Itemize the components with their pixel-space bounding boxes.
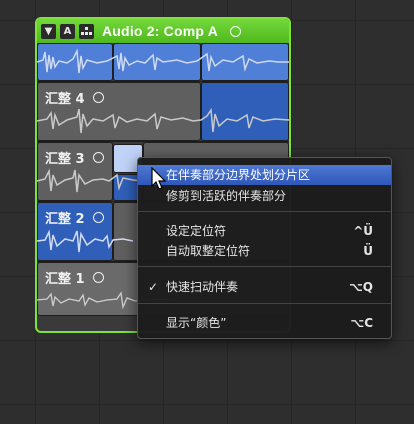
menu-separator	[138, 266, 391, 267]
context-menu[interactable]: 在伴奏部分边界处划分片区 修剪到活跃的伴奏部分 设定定位符 ^Ü 自动取整定位符…	[137, 157, 392, 339]
shortcut-auto-round-locators: Ü	[363, 244, 373, 258]
take-1-circle-icon[interactable]	[92, 272, 104, 283]
menu-item-trim-to-active-take[interactable]: 修剪到活跃的伴奏部分	[138, 186, 391, 206]
menu-item-set-locators[interactable]: 设定定位符 ^Ü	[138, 221, 391, 241]
take-2-circle-icon[interactable]	[92, 212, 104, 223]
menu-item-auto-round-locators[interactable]: 自动取整定位符 Ü	[138, 241, 391, 261]
checkmark-icon: ✓	[148, 280, 159, 294]
menu-item-split-at-take-boundaries[interactable]: 在伴奏部分边界处划分片区	[138, 165, 391, 185]
alias-a-button[interactable]: A	[60, 23, 75, 39]
shortcut-show-colors: ⌥C	[350, 316, 373, 330]
shortcut-set-locators: ^Ü	[353, 224, 373, 238]
take-4-circle-icon[interactable]	[92, 92, 104, 103]
comp-region-row[interactable]	[37, 43, 289, 81]
disclosure-triangle-button[interactable]: ▼	[41, 23, 56, 39]
menu-item-show-colors[interactable]: 显示“颜色” ⌥C	[138, 313, 391, 333]
take-3-circle-icon[interactable]	[92, 152, 104, 163]
mouse-pointer-icon	[151, 167, 167, 190]
shortcut-quick-swipe-comping: ⌥Q	[348, 280, 373, 294]
menu-separator	[138, 211, 391, 212]
take-lane-1-label: 汇整 1	[45, 268, 104, 287]
take-folder-header[interactable]: ▼ A Audio 2: Comp A	[37, 19, 289, 43]
flatten-merge-icon[interactable]	[79, 23, 94, 39]
comp-waveform	[37, 48, 289, 74]
take-lane-4[interactable]: 汇整 4	[37, 81, 289, 141]
take-4-waveform	[37, 107, 289, 134]
take-folder-title: Audio 2: Comp A	[102, 23, 219, 39]
menu-item-quick-swipe-comping[interactable]: ✓ 快速扫动伴奏 ⌥Q	[138, 277, 391, 297]
record-status-circle-icon[interactable]	[230, 25, 242, 37]
menu-separator	[138, 303, 391, 304]
